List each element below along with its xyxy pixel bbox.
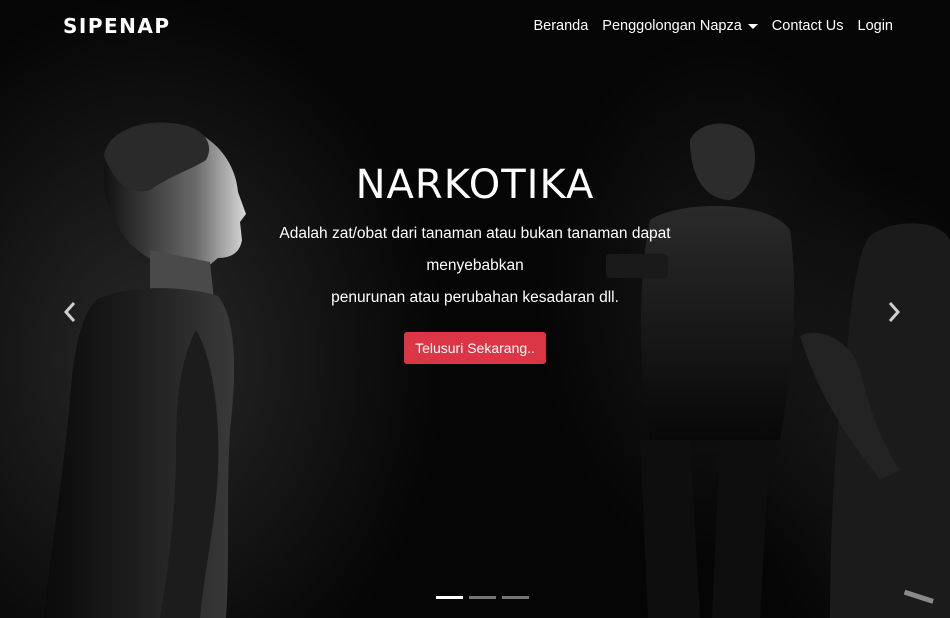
nav-item-label: Penggolongan Napza xyxy=(602,18,742,34)
slide-description-line: Adalah zat/obat dari tanaman atau bukan … xyxy=(279,225,671,242)
nav-item-penggolongan-napza-dropdown[interactable]: Penggolongan Napza xyxy=(602,18,758,34)
slide-title: NARKOTIKA xyxy=(355,162,595,208)
caret-down-icon xyxy=(747,23,758,29)
carousel-indicator-1[interactable] xyxy=(436,596,463,599)
nav-item-label: Contact Us xyxy=(771,18,844,34)
nav-item-label: Login xyxy=(857,18,893,34)
slide-description-line: penurunan atau perubahan kesadaran dll. xyxy=(331,289,619,306)
nav-menu: Beranda Penggolongan Napza Contact Us Lo… xyxy=(533,18,893,34)
carousel-caption: NARKOTIKA Adalah zat/obat dari tanaman a… xyxy=(0,158,950,364)
nav-item-beranda[interactable]: Beranda xyxy=(533,18,588,34)
nav-item-contact-us[interactable]: Contact Us xyxy=(772,18,844,34)
nav-item-login[interactable]: Login xyxy=(858,18,893,34)
chevron-left-icon xyxy=(63,302,76,322)
explore-now-button[interactable]: Telusuri Sekarang.. xyxy=(404,332,546,364)
slide-description: Adalah zat/obat dari tanaman atau bukan … xyxy=(0,218,950,314)
slide-description-line: menyebabkan xyxy=(426,257,524,274)
carousel-indicators xyxy=(436,596,529,599)
carousel-indicator-3[interactable] xyxy=(502,596,529,599)
brand-logo[interactable]: SIPENAP xyxy=(63,14,171,38)
carousel-next-button[interactable] xyxy=(882,298,906,326)
chevron-right-icon xyxy=(888,302,901,322)
hero-carousel: SIPENAP Beranda Penggolongan Napza Conta… xyxy=(0,0,950,618)
carousel-indicator-2[interactable] xyxy=(469,596,496,599)
navbar: SIPENAP Beranda Penggolongan Napza Conta… xyxy=(0,0,950,54)
nav-item-label: Beranda xyxy=(533,18,589,34)
carousel-prev-button[interactable] xyxy=(58,298,82,326)
